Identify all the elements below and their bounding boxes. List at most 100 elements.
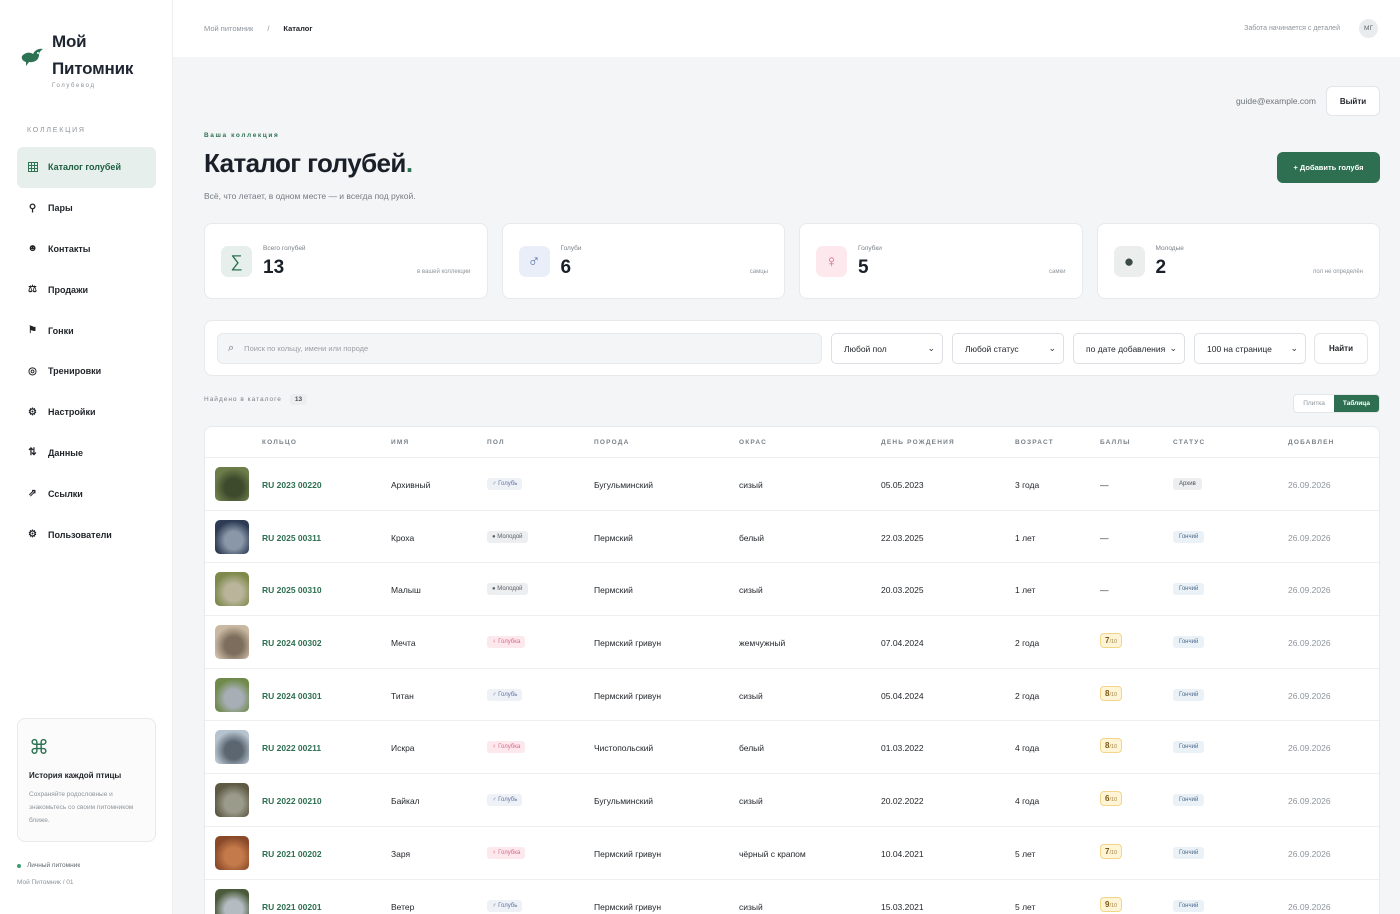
per-page-select[interactable]: 100 на странице ⌄ xyxy=(1194,333,1306,364)
sidebar-item-label: Данные xyxy=(48,447,83,458)
birthday: 05.04.2024 xyxy=(881,690,924,701)
plumage-color: сизый xyxy=(739,585,763,596)
users-icon: ⚙ xyxy=(28,529,37,541)
table-row[interactable]: RU 2021 00201 Ветер ♂ Голубь Пермский гриву… xyxy=(205,880,1379,914)
status-select[interactable]: Любой статус ⌄ xyxy=(952,333,1064,364)
sidebar-item-contacts[interactable]: ☻ Контакты xyxy=(17,229,156,270)
sidebar-item-trainings[interactable]: ◎ Тренировки xyxy=(17,351,156,392)
pigeon-photo[interactable] xyxy=(215,572,249,607)
ring-link[interactable]: RU 2025 00311 xyxy=(262,533,321,543)
gear-icon: ⚙ xyxy=(28,406,37,418)
ring-link[interactable]: RU 2024 00301 xyxy=(262,691,322,701)
search-input[interactable] xyxy=(244,344,785,353)
table-row[interactable]: RU 2022 00211 Искра ♀ Голубка Чистопольский… xyxy=(205,721,1379,775)
table-row[interactable]: RU 2023 00220 Архивный ♂ Голубь Бугульминск… xyxy=(205,458,1379,511)
logout-button[interactable]: Выйти xyxy=(1326,86,1380,116)
ring-link[interactable]: RU 2021 00202 xyxy=(262,849,322,859)
user-bar: guide@example.com Выйти xyxy=(1236,86,1380,116)
plumage-color: жемчужный xyxy=(739,638,786,649)
sidebar-item-data[interactable]: ⇅ Данные xyxy=(17,433,156,474)
add-pigeon-button[interactable]: + Добавить голубя xyxy=(1277,152,1380,183)
column-header[interactable]: СТАТУС xyxy=(1173,439,1205,446)
promo-text: Сохраняйте родословные и знакомьтесь со … xyxy=(29,791,134,824)
view-tile-button[interactable]: Плитка xyxy=(1294,395,1334,412)
sidebar-item-sales[interactable]: ⚖ Продажи xyxy=(17,269,156,310)
score-max: /10 xyxy=(1109,849,1118,856)
stat-value: 6 xyxy=(560,257,572,278)
score-empty: — xyxy=(1100,585,1109,596)
male-icon: ♂ xyxy=(518,246,550,277)
column-header[interactable]: ПОЛ xyxy=(487,439,505,446)
sidebar-item-pairs[interactable]: ⚲ Пары xyxy=(17,188,156,229)
sidebar-item-users[interactable]: ⚙ Пользователи xyxy=(17,514,156,555)
pigeon-photo[interactable] xyxy=(215,888,249,914)
breed: Чистопольский xyxy=(594,743,654,754)
table-row[interactable]: RU 2025 00311 Кроха ● Молодой Пермский белый… xyxy=(205,511,1379,564)
ring-link[interactable]: RU 2024 00302 xyxy=(262,638,322,648)
ring-link[interactable]: RU 2022 00211 xyxy=(262,743,321,753)
table-row[interactable]: RU 2024 00302 Мечта ♀ Голубка Пермский грив… xyxy=(205,616,1379,669)
pigeon-photo[interactable] xyxy=(215,835,249,870)
sidebar-item-settings[interactable]: ⚙ Настройки xyxy=(17,392,156,433)
score-max: /10 xyxy=(1109,691,1118,698)
brand-logo[interactable]: Мой Питомник Голубевод xyxy=(18,28,133,89)
table-row[interactable]: RU 2022 00210 Байкал ♂ Голубь Бугульминский… xyxy=(205,774,1379,827)
ring-link[interactable]: RU 2021 00201 xyxy=(262,902,322,912)
sort-select[interactable]: по дате добавления ⌄ xyxy=(1073,333,1185,364)
view-table-button[interactable]: Таблица xyxy=(1333,395,1379,412)
column-header[interactable]: ПОРОДА xyxy=(594,439,629,446)
results-count: Найдено в каталоге 13 xyxy=(204,394,308,405)
table-row[interactable]: RU 2021 00202 Заря ♀ Голубка Пермский гриву… xyxy=(205,827,1379,880)
score-badge: 8/10 xyxy=(1100,738,1123,754)
age: 1 лет xyxy=(1015,585,1036,596)
page-eyebrow: Ваша коллекция xyxy=(204,132,280,139)
score-max: /10 xyxy=(1109,797,1118,804)
breadcrumb-home[interactable]: Мой питомник xyxy=(204,24,253,33)
avatar[interactable]: МГ xyxy=(1359,19,1378,38)
column-header[interactable]: ВОЗРАСТ xyxy=(1015,439,1054,446)
breed: Пермский гривун xyxy=(594,638,662,649)
plumage-color: сизый xyxy=(739,480,763,490)
ring-link[interactable]: RU 2022 00210 xyxy=(262,796,322,806)
ring-link[interactable]: RU 2025 00310 xyxy=(262,585,322,595)
column-header[interactable]: КОЛЬЦО xyxy=(262,439,297,446)
sidebar-item-catalog[interactable]: Каталог голубей xyxy=(17,147,156,188)
plumage-color: сизый xyxy=(739,901,763,912)
breadcrumb-separator: / xyxy=(267,24,270,33)
female-icon: ♀ xyxy=(816,246,847,277)
sex-badge: ♂ Голубь xyxy=(487,794,523,807)
column-header[interactable]: ДЕНЬ РОЖДЕНИЯ xyxy=(881,439,955,446)
pigeon-photo[interactable] xyxy=(215,625,249,660)
table-row[interactable]: RU 2024 00301 Титан ♂ Голубь Пермский гриву… xyxy=(205,669,1379,722)
pigeon-photo[interactable] xyxy=(215,730,249,765)
sidebar-item-races[interactable]: ⚑ Гонки xyxy=(17,310,156,351)
status-badge: Гончий xyxy=(1173,899,1205,912)
plumage-color: белый xyxy=(739,532,765,543)
stat-note: самки xyxy=(1049,269,1066,275)
sidebar-item-links[interactable]: ⇗ Ссылки xyxy=(17,473,156,514)
column-header[interactable]: ИМЯ xyxy=(391,439,409,446)
link-icon: ⇗ xyxy=(28,488,37,500)
command-icon: ⌘ xyxy=(29,737,49,759)
top-bar: Мой питомник / Каталог Забота начинается… xyxy=(173,0,1400,57)
ring-link[interactable]: RU 2023 00220 xyxy=(262,480,322,490)
find-button[interactable]: Найти xyxy=(1314,333,1368,364)
column-header[interactable]: БАЛЛЫ xyxy=(1100,439,1131,446)
added-date: 26.09.2026 xyxy=(1288,690,1331,701)
column-header[interactable]: ДОБАВЛЕН xyxy=(1288,439,1335,446)
pigeon-name: Мечта xyxy=(391,638,416,649)
sex-select[interactable]: Любой пол ⌄ xyxy=(831,333,943,364)
pigeon-photo[interactable] xyxy=(215,467,249,501)
breed: Пермский xyxy=(594,532,633,543)
brand-subtitle: Голубевод xyxy=(52,83,96,89)
column-header[interactable]: ОКРАС xyxy=(739,439,767,446)
pigeon-photo[interactable] xyxy=(215,783,249,818)
pigeon-name: Титан xyxy=(391,690,414,701)
sidebar-nav: Каталог голубей ⚲ Пары ☻ Контакты ⚖ Прод… xyxy=(17,147,156,555)
pigeon-photo[interactable] xyxy=(215,519,249,554)
search-box[interactable]: ⌕ xyxy=(217,333,822,364)
pigeon-photo[interactable] xyxy=(215,677,249,712)
stat-value: 2 xyxy=(1155,257,1167,278)
table-row[interactable]: RU 2025 00310 Малыш ● Молодой Пермский сизый… xyxy=(205,563,1379,617)
sidebar-item-label: Гонки xyxy=(48,325,74,336)
